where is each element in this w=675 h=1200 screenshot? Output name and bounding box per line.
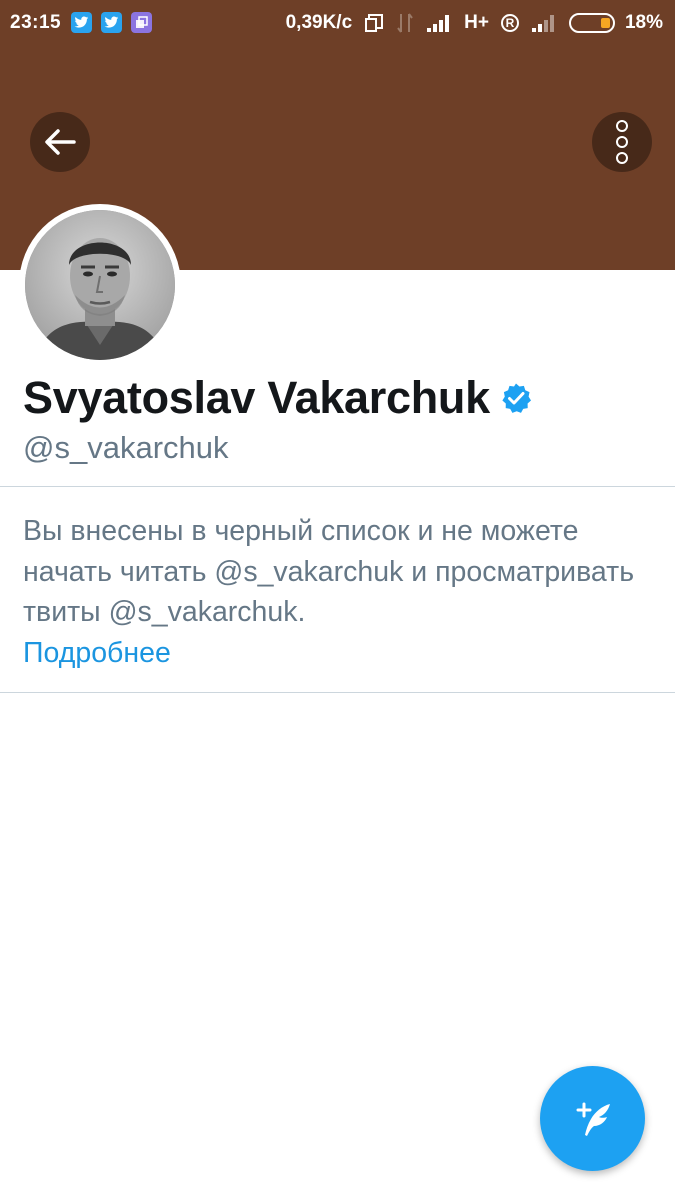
status-bar: 23:15 0,39K/c H+ R 18% [0, 0, 675, 45]
profile-handle: @s_vakarchuk [23, 430, 229, 465]
twitter-icon [71, 12, 93, 33]
screen-cast-icon [364, 13, 384, 33]
compose-tweet-icon [576, 1102, 610, 1136]
vertical-dots-icon [616, 120, 628, 164]
network-speed: 0,39K/c [285, 11, 353, 33]
data-transfer-icon [396, 12, 414, 34]
battery-icon [568, 12, 615, 33]
divider [0, 486, 675, 487]
more-options-button[interactable] [592, 112, 652, 172]
battery-percent: 18% [624, 11, 663, 33]
learn-more-link[interactable]: Подробнее [23, 633, 643, 674]
back-button[interactable] [30, 112, 90, 172]
profile-name-row: Svyatoslav Vakarchuk [23, 372, 532, 424]
status-time: 23:15 [10, 11, 62, 33]
verified-badge-icon [500, 382, 532, 419]
arrow-left-icon [45, 129, 76, 155]
compose-tweet-button[interactable] [540, 1066, 645, 1171]
roaming-icon: R [500, 13, 519, 32]
blocked-message: Вы внесены в черный список и не можете н… [23, 515, 635, 628]
twitter-icon [101, 12, 123, 33]
divider [0, 692, 675, 693]
avatar[interactable] [25, 210, 175, 360]
display-name: Svyatoslav Vakarchuk [23, 372, 490, 423]
signal-weak-icon [531, 13, 557, 33]
network-type: H+ [464, 11, 489, 33]
blocked-notice: Вы внесены в черный список и не можете н… [23, 511, 643, 673]
signal-icon [426, 13, 452, 33]
notes-app-icon [131, 12, 153, 33]
avatar-frame [19, 204, 181, 366]
